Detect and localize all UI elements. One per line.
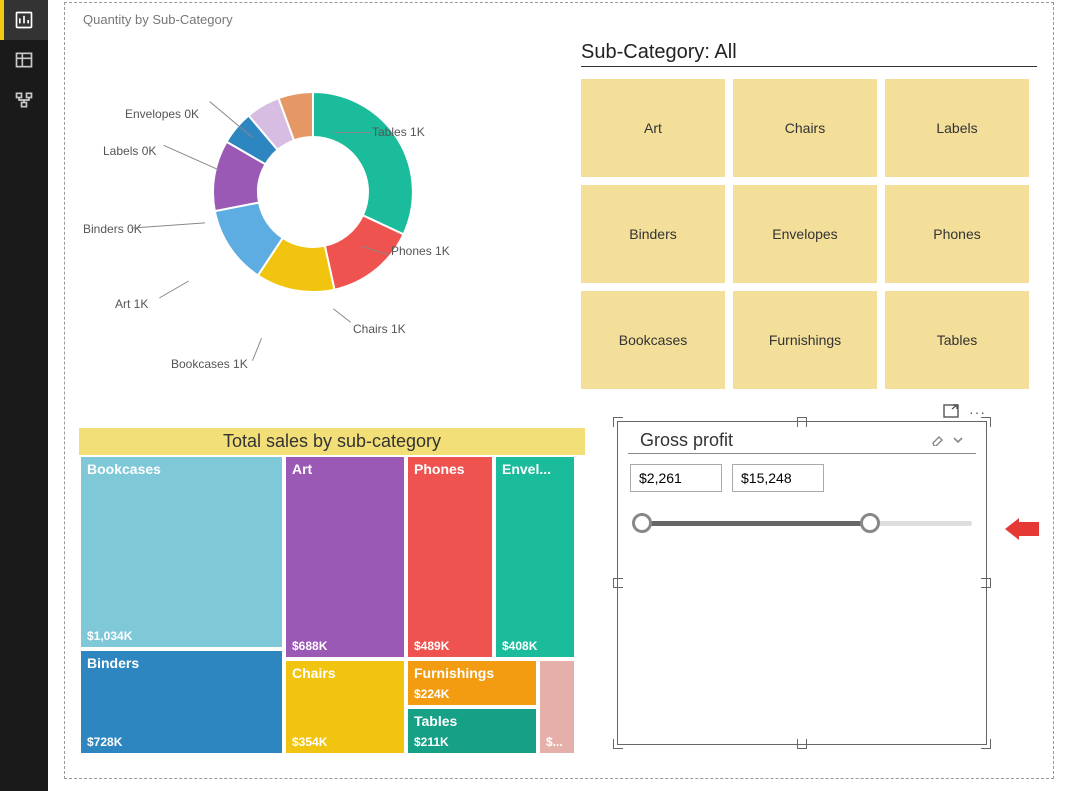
slicer-tile[interactable]: Chairs	[733, 79, 877, 177]
donut-chart-visual[interactable]: Quantity by Sub-Category Tables 1K Phone…	[75, 7, 575, 412]
slicer-tile[interactable]: Envelopes	[733, 185, 877, 283]
report-canvas: Quantity by Sub-Category Tables 1K Phone…	[64, 2, 1054, 779]
donut-svg	[203, 82, 423, 302]
treemap-box-value: $408K	[502, 639, 537, 653]
treemap-box-label: Envel...	[502, 461, 551, 477]
slicer-tile[interactable]: Bookcases	[581, 291, 725, 389]
donut-body: Tables 1K Phones 1K Chairs 1K Bookcases …	[75, 27, 575, 407]
sidebar-item-data[interactable]	[0, 40, 48, 80]
treemap-box-value: $1,034K	[87, 629, 132, 643]
slicer-tile[interactable]: Furnishings	[733, 291, 877, 389]
slider-thumb-min[interactable]	[632, 513, 652, 533]
treemap-box-chairs[interactable]: Chairs $354K	[284, 659, 406, 755]
left-sidebar	[0, 0, 48, 791]
range-max-input[interactable]	[732, 464, 824, 492]
donut-label-phones: Phones 1K	[391, 244, 450, 258]
focus-mode-icon[interactable]	[943, 404, 959, 421]
slicer-tile[interactable]: Phones	[885, 185, 1029, 283]
slicer-tile[interactable]: Labels	[885, 79, 1029, 177]
slicer-tiles-grid: Art Chairs Labels Binders Envelopes Phon…	[575, 75, 1043, 393]
treemap-box-value: $211K	[414, 735, 449, 749]
treemap-title: Total sales by sub-category	[79, 428, 585, 455]
sidebar-item-report[interactable]	[0, 0, 48, 40]
treemap-box-value: $489K	[414, 639, 449, 653]
treemap-box-label: Tables	[414, 713, 457, 729]
treemap-box-value: $688K	[292, 639, 327, 653]
subcategory-tile-slicer[interactable]: Sub-Category: All Art Chairs Labels Bind…	[575, 41, 1043, 401]
red-arrow-callout	[1005, 518, 1039, 540]
treemap-box-envelopes[interactable]: Envel... $408K	[494, 455, 576, 659]
treemap-box-label: Furnishings	[414, 665, 494, 681]
slicer-title: Sub-Category: All	[581, 41, 1037, 67]
range-title: Gross profit	[640, 430, 733, 451]
treemap-box-label: Bookcases	[87, 461, 161, 477]
treemap-box-labels[interactable]: $...	[538, 659, 576, 755]
donut-label-art: Art 1K	[115, 297, 148, 311]
slider-thumb-max[interactable]	[860, 513, 880, 533]
treemap-box-value: $728K	[87, 735, 122, 749]
treemap-visual[interactable]: Total sales by sub-category Bookcases $1,…	[79, 428, 585, 762]
donut-label-binders: Binders 0K	[83, 222, 129, 236]
data-view-icon	[14, 50, 34, 70]
slicer-tile[interactable]: Binders	[581, 185, 725, 283]
treemap-box-label: Binders	[87, 655, 139, 671]
treemap-box-value: $354K	[292, 735, 327, 749]
treemap-box-phones[interactable]: Phones $489K	[406, 455, 494, 659]
gross-profit-range-slicer[interactable]: ··· Gross profit	[617, 421, 987, 745]
model-view-icon	[14, 90, 34, 110]
slicer-tile[interactable]: Tables	[885, 291, 1029, 389]
sidebar-item-model[interactable]	[0, 80, 48, 120]
chevron-down-icon[interactable]	[952, 430, 964, 451]
range-slider[interactable]	[632, 512, 972, 536]
donut-label-labels: Labels 0K	[103, 144, 156, 158]
range-min-input[interactable]	[630, 464, 722, 492]
slider-fill	[638, 521, 872, 526]
treemap-body: Bookcases $1,034K Binders $728K Art $688K C…	[79, 455, 577, 755]
donut-label-envelopes: Envelopes 0K	[125, 107, 199, 121]
donut-label-tables: Tables 1K	[372, 125, 425, 139]
treemap-box-value: $224K	[414, 687, 449, 701]
treemap-box-tables[interactable]: Tables $211K	[406, 707, 538, 755]
treemap-box-binders[interactable]: Binders $728K	[79, 649, 284, 755]
treemap-box-furnishings[interactable]: Furnishings $224K	[406, 659, 538, 707]
donut-title: Quantity by Sub-Category	[75, 7, 575, 27]
donut-label-chairs: Chairs 1K	[353, 322, 406, 336]
report-view-icon	[14, 10, 34, 30]
treemap-box-label: Phones	[414, 461, 465, 477]
treemap-box-label: Chairs	[292, 665, 336, 681]
donut-label-bookcases: Bookcases 1K	[171, 357, 248, 371]
treemap-box-value: $...	[546, 735, 563, 749]
slicer-tile[interactable]: Art	[581, 79, 725, 177]
treemap-box-bookcases[interactable]: Bookcases $1,034K	[79, 455, 284, 649]
treemap-box-art[interactable]: Art $688K	[284, 455, 406, 659]
treemap-box-label: Art	[292, 461, 312, 477]
eraser-icon[interactable]	[930, 430, 944, 451]
